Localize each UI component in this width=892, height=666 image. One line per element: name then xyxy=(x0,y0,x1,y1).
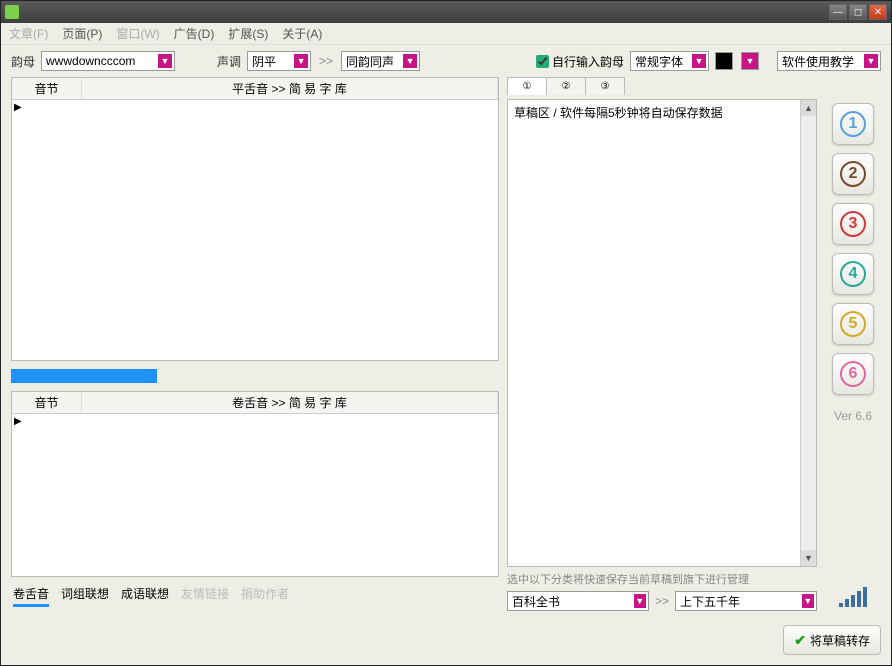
number-sidebar: 1 2 3 4 5 6 Ver 6.6 xyxy=(825,77,881,611)
left-pane: 音节 平舌音 >> 简 易 字 库 ▶ 音节 卷舌音 >> 简 易 字 库 ▶ xyxy=(11,77,499,611)
toolbar: 韵母 ▼ 声调 ▼ >> ▼ 自行输入韵母 ▼ ▼ ▼ xyxy=(1,45,891,77)
category1-combo[interactable]: ▼ xyxy=(507,591,649,611)
draft-scrollbar[interactable]: ▲ ▼ xyxy=(800,100,816,566)
dropdown-arrow-icon[interactable]: ▼ xyxy=(294,54,308,68)
tab-phrase[interactable]: 词组联想 xyxy=(61,585,109,607)
color-dropdown-icon[interactable]: ▼ xyxy=(741,52,759,70)
draft-tab-3[interactable]: ③ xyxy=(585,77,625,95)
category-hint: 选中以下分类将快速保存当前草稿到旗下进行管理 xyxy=(507,571,817,587)
gtgt-separator: >> xyxy=(653,594,671,608)
font-combo[interactable]: ▼ xyxy=(630,51,709,71)
menu-ad[interactable]: 广告(D) xyxy=(174,25,215,42)
col-flat-header[interactable]: 平舌音 >> 简 易 字 库 xyxy=(82,78,498,99)
dropdown-arrow-icon[interactable]: ▼ xyxy=(864,54,878,68)
menu-window[interactable]: 窗口(W) xyxy=(116,25,159,42)
curl-tongue-panel: 音节 卷舌音 >> 简 易 字 库 ▶ xyxy=(11,391,499,577)
category2-combo[interactable]: ▼ xyxy=(675,591,817,611)
category2-input[interactable] xyxy=(680,593,800,609)
draft-placeholder: 草稿区 / 软件每隔5秒钟将自动保存数据 xyxy=(508,100,816,125)
app-window: — ◻ ✕ 文章(F) 页面(P) 窗口(W) 广告(D) 扩展(S) 关于(A… xyxy=(0,0,892,666)
scroll-up-icon[interactable]: ▲ xyxy=(801,100,816,116)
tab-idiom[interactable]: 成语联想 xyxy=(121,585,169,607)
yunmu-input[interactable] xyxy=(46,53,156,69)
checkmark-icon: ✔ xyxy=(794,632,806,649)
draft-area[interactable]: 草稿区 / 软件每隔5秒钟将自动保存数据 ▲ ▼ xyxy=(507,99,817,567)
maximize-button[interactable]: ◻ xyxy=(849,4,867,20)
yunmu-label: 韵母 xyxy=(11,53,35,70)
tab-friend[interactable]: 友情链接 xyxy=(181,585,229,607)
content-area: 音节 平舌音 >> 简 易 字 库 ▶ 音节 卷舌音 >> 简 易 字 库 ▶ xyxy=(1,77,891,619)
equalizer-icon[interactable] xyxy=(839,587,867,607)
draft-tab-1[interactable]: ① xyxy=(507,77,547,95)
right-pane: ① ② ③ 草稿区 / 软件每隔5秒钟将自动保存数据 ▲ ▼ 选中以下分类将快速… xyxy=(507,77,817,611)
circled-3-icon: 3 xyxy=(840,211,866,237)
tab-curl[interactable]: 卷舌音 xyxy=(13,585,49,607)
same-rhyme-combo[interactable]: ▼ xyxy=(341,51,420,71)
num-button-1[interactable]: 1 xyxy=(832,103,874,145)
flat-table-header: 音节 平舌音 >> 简 易 字 库 xyxy=(12,78,498,100)
save-draft-button[interactable]: ✔ 将草稿转存 xyxy=(783,625,881,655)
col-syllable[interactable]: 音节 xyxy=(12,78,82,99)
close-button[interactable]: ✕ xyxy=(869,4,887,20)
progress-fill xyxy=(11,369,157,383)
progress-bar[interactable] xyxy=(11,369,499,383)
category1-input[interactable] xyxy=(512,593,632,609)
dropdown-arrow-icon[interactable]: ▼ xyxy=(158,54,172,68)
num-button-3[interactable]: 3 xyxy=(832,203,874,245)
dropdown-arrow-icon[interactable]: ▼ xyxy=(802,594,814,608)
app-icon xyxy=(5,5,19,19)
self-input-checkbox[interactable]: 自行输入韵母 xyxy=(536,53,624,70)
tone-label: 声调 xyxy=(217,53,241,70)
menubar: 文章(F) 页面(P) 窗口(W) 广告(D) 扩展(S) 关于(A) xyxy=(1,23,891,45)
circled-6-icon: 6 xyxy=(840,361,866,387)
curl-table-header: 音节 卷舌音 >> 简 易 字 库 xyxy=(12,392,498,414)
tutorial-input[interactable] xyxy=(782,53,862,69)
flat-table-body[interactable]: ▶ xyxy=(12,100,498,360)
menu-extend[interactable]: 扩展(S) xyxy=(228,25,268,42)
scroll-down-icon[interactable]: ▼ xyxy=(801,550,816,566)
circled-4-icon: 4 xyxy=(840,261,866,287)
circled-1-icon: 1 xyxy=(840,111,866,137)
footer: ✔ 将草稿转存 xyxy=(1,619,891,665)
num-button-4[interactable]: 4 xyxy=(832,253,874,295)
row-marker-icon: ▶ xyxy=(14,416,22,427)
menu-article[interactable]: 文章(F) xyxy=(9,25,48,42)
col-curl-header[interactable]: 卷舌音 >> 简 易 字 库 xyxy=(82,392,498,413)
font-input[interactable] xyxy=(635,53,690,69)
gtgt-separator: >> xyxy=(317,54,335,68)
curl-table-body[interactable]: ▶ xyxy=(12,414,498,576)
category-row: ▼ >> ▼ xyxy=(507,591,817,611)
num-button-5[interactable]: 5 xyxy=(832,303,874,345)
version-label: Ver 6.6 xyxy=(834,409,872,423)
circled-5-icon: 5 xyxy=(840,311,866,337)
tab-donate[interactable]: 捐助作者 xyxy=(241,585,289,607)
tone-input[interactable] xyxy=(252,53,292,69)
titlebar[interactable]: — ◻ ✕ xyxy=(1,1,891,23)
menu-about[interactable]: 关于(A) xyxy=(282,25,322,42)
tutorial-combo[interactable]: ▼ xyxy=(777,51,881,71)
num-button-6[interactable]: 6 xyxy=(832,353,874,395)
save-draft-label: 将草稿转存 xyxy=(810,632,870,649)
dropdown-arrow-icon[interactable]: ▼ xyxy=(692,54,706,68)
same-rhyme-input[interactable] xyxy=(346,53,401,69)
tone-combo[interactable]: ▼ xyxy=(247,51,311,71)
yunmu-combo[interactable]: ▼ xyxy=(41,51,175,71)
row-marker-icon: ▶ xyxy=(14,102,22,113)
flat-tongue-panel: 音节 平舌音 >> 简 易 字 库 ▶ xyxy=(11,77,499,361)
self-input-check[interactable] xyxy=(536,55,549,68)
circled-2-icon: 2 xyxy=(840,161,866,187)
minimize-button[interactable]: — xyxy=(829,4,847,20)
draft-tabs: ① ② ③ xyxy=(507,77,817,95)
menu-page[interactable]: 页面(P) xyxy=(62,25,102,42)
bottom-tabs: 卷舌音 词组联想 成语联想 友情链接 捐助作者 xyxy=(11,581,499,611)
color-swatch[interactable] xyxy=(715,52,733,70)
self-input-label: 自行输入韵母 xyxy=(552,53,624,70)
dropdown-arrow-icon[interactable]: ▼ xyxy=(634,594,646,608)
dropdown-arrow-icon[interactable]: ▼ xyxy=(403,54,417,68)
col-syllable[interactable]: 音节 xyxy=(12,392,82,413)
draft-tab-2[interactable]: ② xyxy=(546,77,586,95)
num-button-2[interactable]: 2 xyxy=(832,153,874,195)
